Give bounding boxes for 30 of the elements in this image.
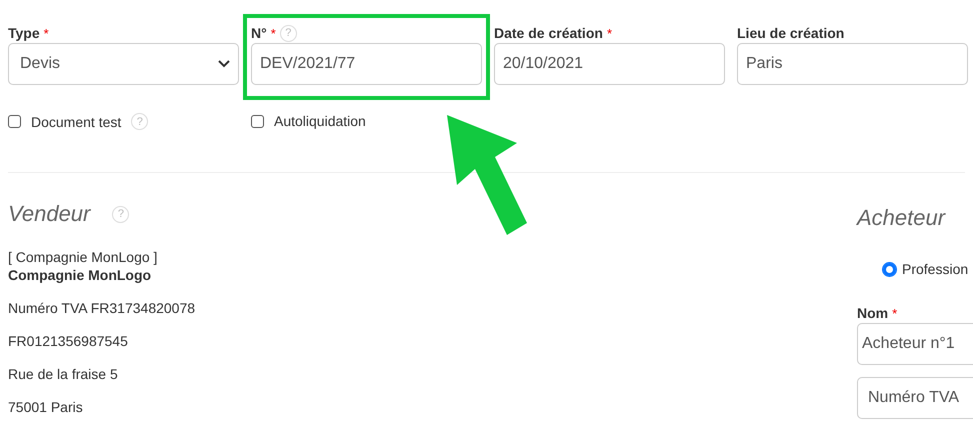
section-title: Acheteur [857, 205, 947, 231]
seller-reference: [ Compagnie MonLogo ] [8, 249, 158, 265]
text-field[interactable]: 20/10/2021 [494, 43, 725, 85]
checkbox[interactable] [251, 114, 264, 128]
required-mark: * [44, 26, 49, 40]
name-field[interactable]: Acheteur n°1 [857, 323, 973, 365]
seller-name: Compagnie MonLogo [8, 267, 152, 283]
text-field[interactable]: DEV/2021/77 [251, 43, 482, 85]
field-label: Nom [857, 305, 888, 321]
seller-detail: Numéro TVA FR31734820078 [8, 300, 196, 316]
field-label: Lieu de création [737, 25, 844, 41]
checkbox[interactable] [8, 115, 21, 128]
seller-detail: FR0121356987545 [8, 333, 129, 349]
required-mark: * [270, 26, 276, 40]
radio-button[interactable] [883, 262, 896, 276]
field-label: Date de création [494, 25, 603, 41]
required-mark: * [606, 26, 612, 40]
seller-detail: 75001 Paris [8, 399, 84, 415]
checkbox-label: Document test [31, 114, 122, 130]
vat-field[interactable]: Numéro TVA [857, 377, 973, 419]
required-mark: * [892, 306, 898, 320]
chevron-down-icon [218, 60, 230, 68]
type-select[interactable]: Devis [8, 43, 239, 85]
field-label: Type [8, 25, 40, 41]
checkbox-label: Autoliquidation [274, 113, 366, 129]
text-field[interactable]: Paris [737, 43, 968, 85]
seller-detail: Rue de la fraise 5 [8, 366, 119, 382]
radio-label: Profession [902, 261, 968, 277]
field-label: N° [251, 25, 267, 41]
section-title: Vendeur [8, 201, 90, 227]
